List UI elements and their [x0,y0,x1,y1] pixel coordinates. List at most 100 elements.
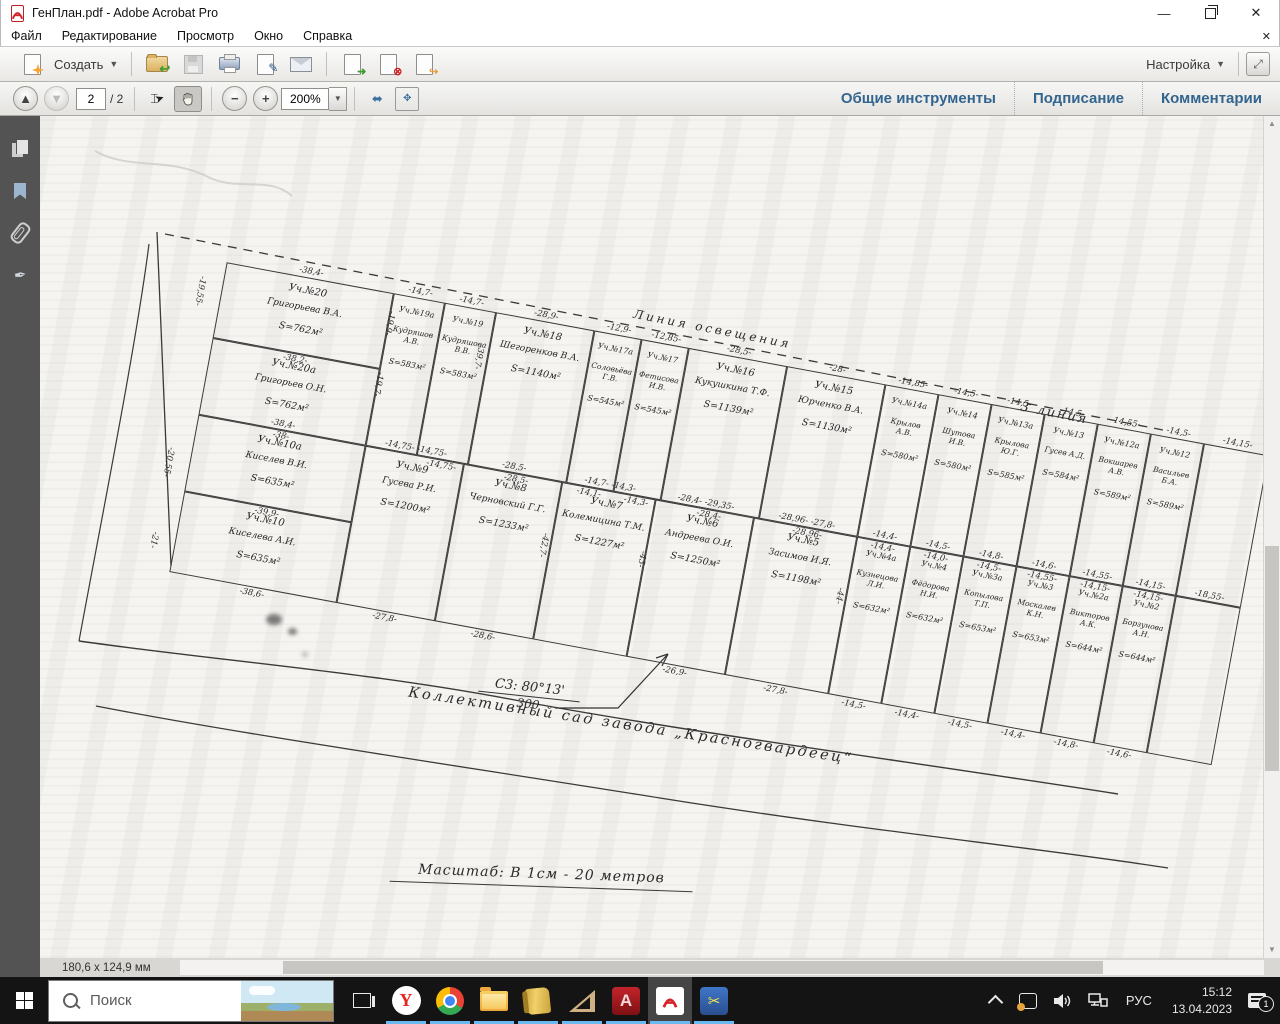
plot-owner: Крылов А.В. [889,416,922,439]
scroll-app-button[interactable] [516,977,560,1024]
language-indicator[interactable]: РУС [1126,993,1152,1008]
acrobat-button[interactable] [648,977,692,1024]
plot-owner: Киселева А.И. [227,526,297,549]
plot-owner: Шегоренков В.А. [499,339,581,365]
menu-view[interactable]: Просмотр [167,29,244,43]
tray-chevron-icon[interactable] [987,994,1004,1011]
attachments-icon[interactable] [0,212,40,254]
plot-number: Уч.№4 [920,558,948,573]
task-view-button[interactable] [340,977,384,1024]
fit-width-icon[interactable]: ⬌ [365,87,389,111]
page-number-input[interactable]: 2 [76,87,106,110]
horizontal-scrollbar[interactable] [180,960,1264,975]
fit-page-icon[interactable]: ✥ [395,86,420,111]
zoom-level-input[interactable]: 200% [281,87,330,110]
menu-window[interactable]: Окно [244,29,293,43]
plot-area: S=583м² [388,356,427,372]
start-button[interactable] [0,977,48,1024]
plot-owner: Колемицина Т.М. [561,508,646,534]
minimize-icon[interactable]: — [1141,0,1187,26]
plot-area: S=585м² [986,467,1026,483]
navigation-pane: ✒ [0,116,40,977]
delete-page-icon[interactable]: ⊗ [375,52,402,78]
plot-top-dimension: -14,7- [458,294,485,309]
chrome-icon [436,986,464,1015]
plot-bottom-dimension: -26,9- [661,664,688,679]
snipping-tool-button[interactable]: ✂ [692,977,736,1024]
set-square-app-button[interactable] [560,977,604,1024]
bookmarks-icon[interactable] [0,170,40,212]
select-tool-icon[interactable]: ⌶ ➤ [144,87,170,111]
speaker-icon[interactable] [1053,993,1072,1009]
plot-area: S=632м² [852,599,891,616]
tab-comments[interactable]: Комментарии [1141,82,1280,115]
settings-button[interactable]: Настройка ▼ [1136,54,1231,75]
plot-number: Уч.№3а [971,568,1004,583]
chrome-button[interactable] [428,977,472,1024]
plot-top-dimension: -14,15- [1221,435,1254,452]
plot-owner: Копылова Т.П. [963,587,1004,611]
expand-mode-icon[interactable]: ⤢ [1246,52,1270,76]
page-dimensions: 180,6 x 124,9 мм [62,961,151,974]
create-button[interactable]: Создать ▼ [8,49,124,79]
plot-owner: Вокшарев А.В. [1097,454,1139,478]
plot-area: S=1200м² [379,496,431,517]
scroll-up-icon[interactable]: ▲ [1264,116,1280,132]
update-tray-icon[interactable] [1016,992,1037,1011]
plot-owner: Кузнецова Л.И. [855,567,900,591]
acrobat-icon [656,986,684,1015]
plot-top-dimension: -14,55- [1109,415,1142,431]
plot-top-dimension: -14,5- [1165,425,1192,440]
plot-area: S=653м² [1011,629,1050,646]
sign-icon[interactable]: ✎ [252,52,278,76]
horizontal-scroll-thumb[interactable] [283,961,1103,974]
signatures-icon[interactable]: ✒ [0,254,40,296]
menu-edit[interactable]: Редактирование [52,29,167,43]
notifications-icon[interactable]: 1 [1248,993,1274,1012]
plot-top-dimension: -14,5- [953,386,980,401]
weather-widget[interactable] [241,980,333,1021]
plot-owner: Киселев В.И. [244,450,309,472]
menu-help[interactable]: Справка [293,29,362,43]
tray-time: 15:12 [1201,985,1232,1000]
share-icon[interactable]: ↪ [411,52,438,78]
menubar-close-icon[interactable]: ✕ [1254,30,1279,43]
plot-owner: Юрченко В.А. [797,394,865,417]
scroll-down-icon[interactable]: ▼ [1264,942,1280,958]
zoom-in-button[interactable]: + [253,86,279,111]
tab-sign[interactable]: Подписание [1013,82,1142,115]
open-icon[interactable]: ↩ [144,52,170,76]
plot-area: S=589м² [1146,496,1185,513]
plot-bottom-dimension: -14,4- [893,707,920,722]
tab-tools[interactable]: Общие инструменты [823,82,1014,115]
document-area: Уч.№20 Григорьева В.А. S=762м² -38,4- -38,2-… [0,116,1280,977]
plot-number: Уч.№12 [1158,445,1191,460]
autocad-button[interactable]: A [604,977,648,1024]
vertical-scrollbar[interactable]: ▲ ▼ [1263,116,1280,958]
plot-owner: Гусева Р.И. [381,475,437,496]
plot-number: Уч.№2 [1133,598,1161,612]
page-down-button[interactable]: ▼ [44,86,69,111]
windows-logo-icon [15,992,33,1009]
menu-file[interactable]: Файл [1,29,52,43]
hand-tool-icon[interactable] [174,85,203,112]
scan-smudge [302,652,308,657]
restore-icon[interactable] [1187,0,1233,26]
zoom-dropdown-icon[interactable]: ▼ [329,86,348,111]
vertical-scroll-thumb[interactable] [1265,546,1279,771]
zoom-out-button[interactable]: − [222,86,248,111]
file-explorer-button[interactable] [472,977,516,1024]
network-icon[interactable] [1088,993,1108,1008]
page-thumbnails-icon[interactable] [0,128,40,170]
taskbar-search[interactable]: Поиск [48,979,334,1022]
yandex-browser-button[interactable]: Y [384,977,428,1024]
plot-bottom-dimension: -14,8- [1052,737,1079,752]
page-up-button[interactable]: ▲ [13,86,38,111]
close-icon[interactable]: ✕ [1233,0,1279,26]
plot-number: Уч.№20 [287,282,328,300]
email-icon[interactable] [288,52,314,76]
navigation-toolbar: ▲ ▼ 2 / 2 ⌶ ➤ − + 200% ▼ ⬌ ✥ Общие инстру… [0,82,1280,116]
clock[interactable]: 15:12 13.04.2023 [1172,984,1232,1016]
print-icon[interactable] [216,52,242,76]
export-icon[interactable]: ➜ [339,52,366,78]
